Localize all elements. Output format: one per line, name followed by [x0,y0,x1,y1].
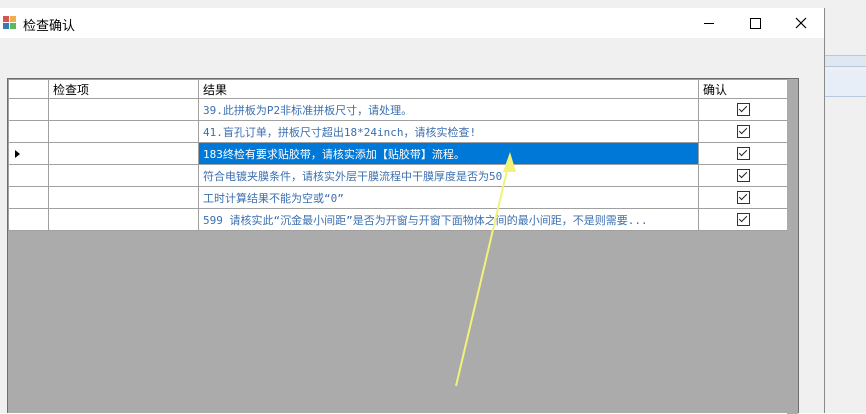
cell-item[interactable] [48,120,199,143]
row-header[interactable] [8,98,49,121]
cell-result[interactable]: 41.盲孔订单，拼板尺寸超出18*24inch，请核实检查! [198,120,699,143]
row-header[interactable] [8,142,49,165]
cell-item[interactable] [48,98,199,121]
title-bar[interactable]: 检查确认 [0,8,824,38]
background-panel [824,70,866,97]
row-pointer-icon [15,150,20,158]
close-icon [795,17,807,29]
cell-result[interactable]: 符合电镀夹膜条件，请核实外层干膜流程中干膜厚度是否为50 [198,164,699,187]
table-row[interactable]: 39.此拼板为P2非标准拼板尺寸，请处理。 [8,98,789,121]
column-header-confirm[interactable]: 确认 [698,79,789,99]
table-row[interactable]: 工时计算结果不能为空或“0” [8,186,789,209]
window-title: 检查确认 [23,19,76,34]
grid-header-row: 检查项 结果 确认 [8,79,789,99]
cell-result[interactable]: 599 请核实此“沉金最小间距”是否为开窗与开窗下面物体之间的最小间距，不是则需… [198,208,699,231]
background-window-edge [824,8,866,413]
cell-item[interactable] [48,164,199,187]
data-grid-table: 检查项 结果 确认 39.此拼板为P2非标准拼板尺寸，请处理。 41.盲孔订单，… [8,79,789,231]
cell-confirm[interactable] [698,142,789,165]
minimize-button[interactable] [686,8,732,38]
maximize-icon [749,17,761,29]
minimize-icon [704,22,714,24]
table-row-selected[interactable]: 183终检有要求贴胶带，请核实添加【贴胶带】流程。 [8,142,789,165]
check-confirm-dialog: 检查确认 检查项 结果 确认 39.此拼板为P2非标准拼板尺寸，请处理。 41.… [0,8,825,414]
checkbox-checked-icon[interactable] [737,125,750,139]
checkbox-checked-icon[interactable] [737,147,750,161]
table-row[interactable]: 符合电镀夹膜条件，请核实外层干膜流程中干膜厚度是否为50 [8,164,789,187]
maximize-button[interactable] [732,8,778,38]
row-header[interactable] [8,164,49,187]
table-row[interactable]: 599 请核实此“沉金最小间距”是否为开窗与开窗下面物体之间的最小间距，不是则需… [8,208,789,231]
cell-item[interactable] [48,208,199,231]
row-header-corner [8,79,49,99]
cell-result[interactable]: 工时计算结果不能为空或“0” [198,186,699,209]
cell-item[interactable] [48,142,199,165]
cell-item[interactable] [48,186,199,209]
checkbox-checked-icon[interactable] [737,213,750,227]
checkbox-checked-icon[interactable] [737,103,750,117]
column-header-result[interactable]: 结果 [198,79,699,99]
app-grid-icon [3,16,17,30]
cell-confirm[interactable] [698,98,789,121]
cell-result[interactable]: 39.此拼板为P2非标准拼板尺寸，请处理。 [198,98,699,121]
cell-confirm[interactable] [698,186,789,209]
row-header[interactable] [8,120,49,143]
cell-confirm[interactable] [698,120,789,143]
check-results-grid[interactable]: 检查项 结果 确认 39.此拼板为P2非标准拼板尺寸，请处理。 41.盲孔订单，… [7,78,799,414]
cell-confirm[interactable] [698,208,789,231]
checkbox-checked-icon[interactable] [737,169,750,183]
column-header-item[interactable]: 检查项 [48,79,199,99]
cell-result[interactable]: 183终检有要求贴胶带，请核实添加【贴胶带】流程。 [198,142,699,165]
row-header[interactable] [8,186,49,209]
checkbox-checked-icon[interactable] [737,191,750,205]
background-toolbar [824,55,866,67]
row-header[interactable] [8,208,49,231]
close-button[interactable] [778,8,824,38]
grid-edge [787,79,798,414]
table-row[interactable]: 41.盲孔订单，拼板尺寸超出18*24inch，请核实检查! [8,120,789,143]
cell-confirm[interactable] [698,164,789,187]
